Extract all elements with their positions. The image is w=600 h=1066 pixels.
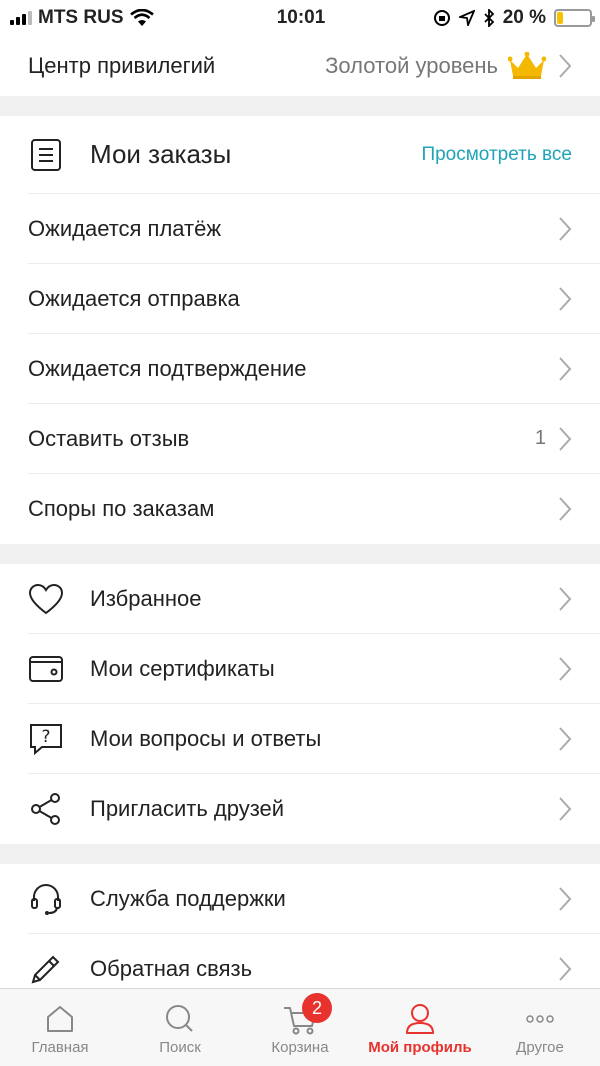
tab-bar: Главная Поиск Корзина 2 Мой профиль Друг…: [0, 988, 600, 1066]
view-all-orders-link[interactable]: Просмотреть все: [421, 144, 572, 166]
menu-item-questions[interactable]: ? Мои вопросы и ответы: [28, 704, 600, 774]
cart-badge: 2: [302, 993, 332, 1023]
tab-label: Мой профиль: [368, 1039, 472, 1056]
search-icon: [163, 999, 197, 1039]
review-count: 1: [534, 427, 546, 449]
pencil-icon: [28, 951, 64, 987]
battery-percent: 20 %: [502, 7, 546, 28]
menu-item-certificates[interactable]: Мои сертификаты: [28, 634, 600, 704]
menu-item-label: Избранное: [90, 585, 202, 611]
menu-item-favorites[interactable]: Избранное: [28, 564, 600, 634]
orders-item-label: Ожидается отправка: [28, 285, 240, 311]
battery-icon: [554, 9, 595, 27]
menu-item-support[interactable]: Служба поддержки: [28, 864, 600, 934]
menu-item-label: Служба поддержки: [90, 885, 286, 911]
orders-awaiting-payment[interactable]: Ожидается платёж: [28, 194, 600, 264]
chevron-right-icon: [559, 586, 572, 611]
profile-icon: [404, 999, 436, 1039]
question-bubble-icon: ?: [28, 721, 64, 757]
chevron-right-icon: [559, 497, 572, 521]
menu-item-label: Мои сертификаты: [90, 655, 275, 681]
home-icon: [44, 999, 76, 1039]
orders-awaiting-shipment[interactable]: Ожидается отправка: [28, 264, 600, 334]
headset-icon: [28, 881, 64, 917]
carrier-name: MTS RUS: [38, 7, 124, 28]
wallet-icon: [28, 651, 64, 687]
menu-item-label: Пригласить друзей: [90, 796, 285, 821]
status-bar: MTS RUS 10:01 20 %: [0, 0, 600, 36]
chevron-right-icon: [559, 356, 572, 381]
orders-leave-review[interactable]: Оставить отзыв 1: [28, 404, 600, 474]
crown-icon: [508, 52, 546, 79]
bluetooth-icon: [484, 9, 494, 27]
my-orders-header: Мои заказы Просмотреть все: [28, 116, 600, 194]
my-orders-title: Мои заказы: [90, 139, 232, 169]
chevron-right-icon: [559, 426, 572, 451]
chevron-right-icon: [559, 726, 572, 751]
location-icon: [458, 10, 475, 26]
tab-profile[interactable]: Мой профиль: [360, 989, 480, 1066]
heart-icon: [28, 581, 64, 617]
menu-item-label: Мои вопросы и ответы: [90, 725, 322, 751]
tab-label: Корзина: [271, 1039, 329, 1056]
tab-label: Поиск: [159, 1039, 201, 1056]
tab-search[interactable]: Поиск: [120, 989, 240, 1066]
tab-label: Другое: [516, 1039, 564, 1056]
more-icon: [525, 999, 555, 1039]
orders-item-label: Оставить отзыв: [28, 425, 190, 451]
menu-item-invite-friends[interactable]: Пригласить друзей: [28, 774, 600, 844]
signal-icon: [10, 11, 32, 25]
chevron-right-icon: [559, 886, 572, 911]
clock: 10:01: [276, 7, 326, 28]
profile-content[interactable]: Центр привилегий Золотой уровень Мои зак…: [0, 36, 600, 988]
orders-item-label: Ожидается платёж: [28, 215, 222, 241]
orders-disputes[interactable]: Споры по заказам: [28, 474, 600, 544]
chevron-right-icon: [559, 286, 572, 311]
orders-awaiting-confirmation[interactable]: Ожидается подтверждение: [28, 334, 600, 404]
chevron-right-icon: [559, 957, 572, 981]
menu-item-label: Обратная связь: [90, 956, 253, 981]
svg-text:?: ?: [41, 727, 50, 747]
privilege-center-label: Центр привилегий: [28, 53, 216, 78]
tab-more[interactable]: Другое: [480, 989, 600, 1066]
tab-cart[interactable]: Корзина 2: [240, 989, 360, 1066]
chevron-right-icon: [559, 656, 572, 681]
orders-item-label: Споры по заказам: [28, 496, 215, 521]
chevron-right-icon: [559, 216, 572, 241]
menu-item-feedback[interactable]: Обратная связь: [28, 934, 600, 988]
rotation-lock-icon: [433, 10, 450, 26]
share-icon: [28, 791, 64, 827]
orders-list-icon: [28, 137, 64, 173]
privilege-center-row[interactable]: Центр привилегий Золотой уровень: [28, 36, 600, 96]
tab-label: Главная: [31, 1039, 89, 1056]
tab-home[interactable]: Главная: [0, 989, 120, 1066]
wifi-icon: [129, 9, 154, 26]
privilege-level: Золотой уровень: [325, 53, 498, 78]
orders-item-label: Ожидается подтверждение: [28, 355, 307, 381]
chevron-right-icon: [559, 54, 572, 78]
chevron-right-icon: [559, 797, 572, 821]
